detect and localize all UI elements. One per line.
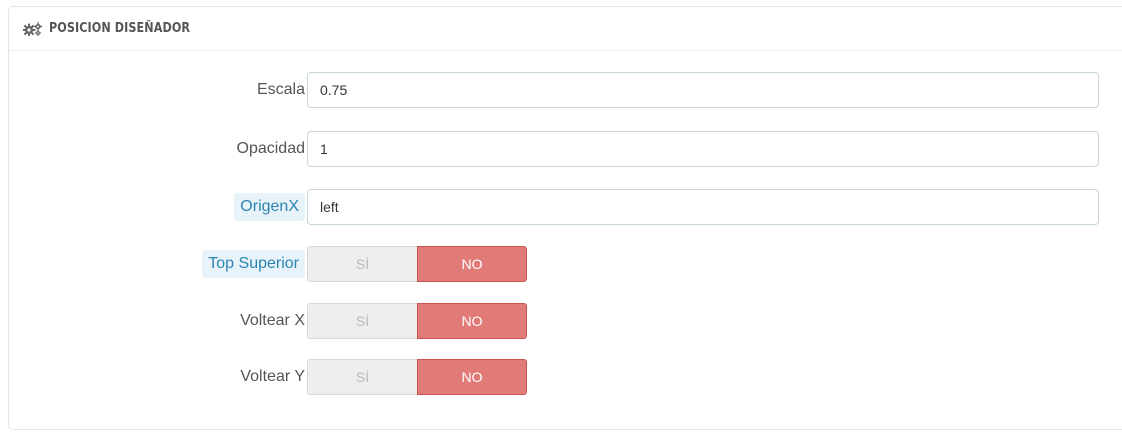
- voltear-x-label: Voltear X: [240, 312, 305, 329]
- voltear-x-switch: SÍ NO: [307, 303, 527, 339]
- top-superior-label[interactable]: Top Superior: [202, 250, 305, 278]
- voltear-y-yes-option[interactable]: SÍ: [307, 359, 417, 395]
- cogs-icon: [23, 21, 45, 37]
- opacidad-label: Opacidad: [236, 140, 306, 157]
- top-superior-switch: SÍ NO: [307, 246, 527, 282]
- voltear-x-yes-option[interactable]: SÍ: [307, 303, 417, 339]
- voltear-y-no-option[interactable]: NO: [417, 359, 527, 395]
- form-row-origenx: OrigenX: [9, 189, 1122, 225]
- form-row-voltear-y: Voltear Y SÍ NO: [9, 359, 1122, 395]
- voltear-y-switch: SÍ NO: [307, 359, 527, 395]
- form-row-voltear-x: Voltear X SÍ NO: [9, 303, 1122, 339]
- escala-label: Escala: [256, 81, 305, 98]
- origenx-input[interactable]: [307, 189, 1099, 225]
- top-superior-yes-option[interactable]: SÍ: [307, 246, 417, 282]
- form-row-top-superior: Top Superior SÍ NO: [9, 246, 1122, 282]
- escala-input[interactable]: [307, 72, 1099, 108]
- opacidad-input[interactable]: [307, 131, 1099, 167]
- form-row-opacidad: Opacidad: [9, 131, 1122, 167]
- voltear-x-no-option[interactable]: NO: [417, 303, 527, 339]
- panel-title: POSICION DISEÑADOR: [49, 21, 191, 36]
- panel-heading: POSICION DISEÑADOR: [9, 7, 1122, 51]
- voltear-y-label: Voltear Y: [240, 368, 305, 385]
- origenx-label[interactable]: OrigenX: [234, 193, 305, 221]
- form-row-escala: Escala: [9, 72, 1122, 108]
- posicion-disenador-panel: POSICION DISEÑADOR Escala Opacidad Orige…: [8, 6, 1122, 430]
- top-superior-no-option[interactable]: NO: [417, 246, 527, 282]
